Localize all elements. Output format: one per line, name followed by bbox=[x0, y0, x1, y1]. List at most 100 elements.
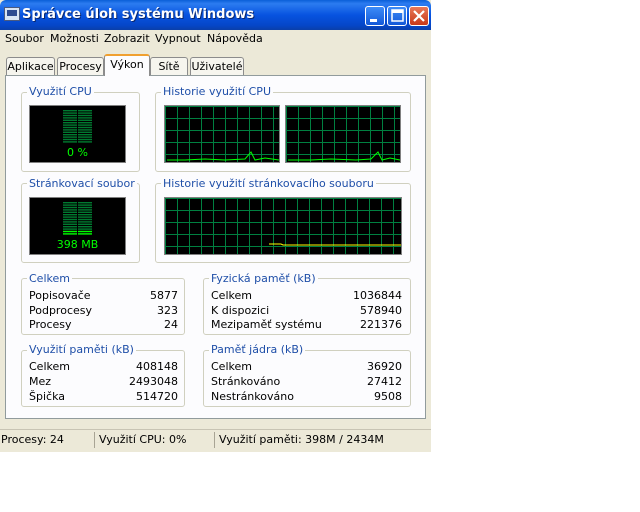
pagefile-meter-segment bbox=[63, 216, 77, 218]
cpu-meter-segment bbox=[78, 117, 92, 119]
cpu-usage-label: Využití CPU bbox=[27, 85, 94, 98]
kernel-memory-label: Paměť jádra (kB) bbox=[209, 343, 306, 356]
pagefile-history-graph bbox=[164, 197, 402, 255]
system-cache-value: 221376 bbox=[360, 318, 402, 331]
cpu-meter-segment bbox=[63, 136, 77, 138]
minimize-icon bbox=[370, 19, 377, 22]
commit-total-label: Celkem bbox=[29, 360, 70, 373]
tab-processes[interactable]: Procesy bbox=[57, 57, 104, 75]
pagefile-meter-segment bbox=[78, 211, 92, 213]
totals-label: Celkem bbox=[27, 272, 72, 285]
minimize-button[interactable] bbox=[365, 6, 385, 26]
pagefile-value: 398 MB bbox=[56, 238, 99, 251]
cpu-meter-segment bbox=[63, 129, 77, 131]
pagefile-meter-segment bbox=[63, 223, 77, 225]
cpu-meter-segment bbox=[63, 126, 77, 129]
pagefile-meter-segment bbox=[63, 206, 77, 209]
kernel-nonpaged-label: Nestránkováno bbox=[211, 390, 294, 403]
pagefile-meter-segment bbox=[78, 204, 92, 206]
pagefile-meter-segment bbox=[78, 230, 92, 233]
commit-total-value: 408148 bbox=[136, 360, 178, 373]
cpu-history-graph-core-2 bbox=[285, 105, 401, 163]
kernel-total-label: Celkem bbox=[211, 360, 252, 373]
pagefile-meter-segment bbox=[78, 209, 92, 211]
cpu-meter-segment bbox=[78, 119, 92, 121]
cpu-meter-segment bbox=[78, 131, 92, 133]
menu-options[interactable]: Možnosti bbox=[50, 32, 99, 45]
cpu-meter-segment bbox=[63, 110, 77, 112]
cpu-meter-segment bbox=[78, 138, 92, 141]
pagefile-meter-segment bbox=[63, 204, 77, 206]
pagefile-meter-segment bbox=[63, 221, 77, 223]
pagefile-history-plot bbox=[165, 198, 401, 254]
commit-charge-label: Využití paměti (kB) bbox=[27, 343, 136, 356]
tab-networking[interactable]: Sítě bbox=[150, 57, 188, 75]
pagefile-meter-segment bbox=[63, 202, 77, 204]
threads-value: 323 bbox=[157, 304, 178, 317]
kernel-total-value: 36920 bbox=[367, 360, 402, 373]
pagefile-meter-segment bbox=[78, 218, 92, 221]
physical-total-label: Celkem bbox=[211, 289, 252, 302]
menu-shutdown[interactable]: Vypnout bbox=[155, 32, 201, 45]
pagefile-meter: 398 MB bbox=[29, 197, 126, 255]
cpu-history-plot-core-2 bbox=[286, 106, 400, 162]
kernel-paged-label: Stránkováno bbox=[211, 375, 281, 388]
tab-applications[interactable]: Aplikace bbox=[6, 57, 55, 75]
pagefile-meter-segment bbox=[63, 209, 77, 211]
processes-label: Procesy bbox=[29, 318, 72, 331]
taskmgr-monitor-icon[interactable] bbox=[4, 7, 20, 21]
pagefile-meter-segment bbox=[63, 218, 77, 221]
cpu-history-label: Historie využití CPU bbox=[161, 85, 273, 98]
tab-performance[interactable]: Výkon bbox=[104, 54, 150, 76]
cpu-usage-meter: 0 % bbox=[29, 105, 126, 163]
cpu-meter-segment bbox=[63, 119, 77, 121]
pagefile-label: Stránkovací soubor bbox=[27, 177, 137, 190]
cpu-meter-segment bbox=[63, 112, 77, 114]
cpu-meter-segment bbox=[78, 134, 92, 136]
cpu-meter-segment bbox=[63, 138, 77, 141]
menu-file[interactable]: Soubor bbox=[5, 32, 44, 45]
cpu-meter-segment bbox=[63, 122, 77, 124]
pagefile-meter-segment bbox=[63, 228, 77, 230]
pagefile-meter-segment bbox=[63, 233, 77, 235]
cpu-meter-segment bbox=[78, 126, 92, 129]
menu-help[interactable]: Nápověda bbox=[207, 32, 263, 45]
commit-limit-label: Mez bbox=[29, 375, 52, 388]
cpu-meter-segment bbox=[78, 124, 92, 126]
system-cache-label: Mezipaměť systému bbox=[211, 318, 322, 331]
window-title: Správce úloh systému Windows bbox=[22, 7, 255, 22]
tab-users[interactable]: Uživatelé bbox=[190, 57, 244, 75]
pagefile-meter-segment bbox=[78, 226, 92, 228]
cpu-meter-segment bbox=[78, 129, 92, 131]
status-separator bbox=[94, 432, 95, 448]
pagefile-meter-segment bbox=[78, 233, 92, 235]
cpu-meter-segment bbox=[63, 141, 77, 143]
handles-label: Popisovače bbox=[29, 289, 91, 302]
menu-view[interactable]: Zobrazit bbox=[104, 32, 150, 45]
kernel-paged-value: 27412 bbox=[367, 375, 402, 388]
pagefile-history-label: Historie využití stránkovacího souboru bbox=[161, 177, 376, 190]
pagefile-meter-segment bbox=[78, 223, 92, 225]
pagefile-meter-segment bbox=[63, 214, 77, 216]
pagefile-meter-segment bbox=[63, 226, 77, 228]
commit-peak-label: Špička bbox=[29, 390, 65, 403]
cpu-history-graph-core-1 bbox=[164, 105, 280, 163]
handles-value: 5877 bbox=[150, 289, 178, 302]
cpu-meter-segment bbox=[78, 114, 92, 117]
status-cpu: Využití CPU: 0% bbox=[99, 433, 187, 446]
maximize-icon bbox=[391, 9, 404, 22]
cpu-meter-segment bbox=[63, 114, 77, 117]
pagefile-meter-segment bbox=[78, 228, 92, 230]
cpu-meter-segment bbox=[78, 112, 92, 114]
close-icon bbox=[413, 10, 425, 22]
cpu-meter-segment bbox=[78, 122, 92, 124]
status-processes: Procesy: 24 bbox=[1, 433, 64, 446]
pagefile-meter-segment bbox=[78, 206, 92, 209]
maximize-button[interactable] bbox=[387, 6, 407, 26]
commit-peak-value: 514720 bbox=[136, 390, 178, 403]
physical-total-value: 1036844 bbox=[353, 289, 402, 302]
physical-available-value: 578940 bbox=[360, 304, 402, 317]
status-memory: Využití paměti: 398M / 2434M bbox=[219, 433, 384, 446]
close-button[interactable] bbox=[409, 6, 429, 26]
status-separator bbox=[214, 432, 215, 448]
